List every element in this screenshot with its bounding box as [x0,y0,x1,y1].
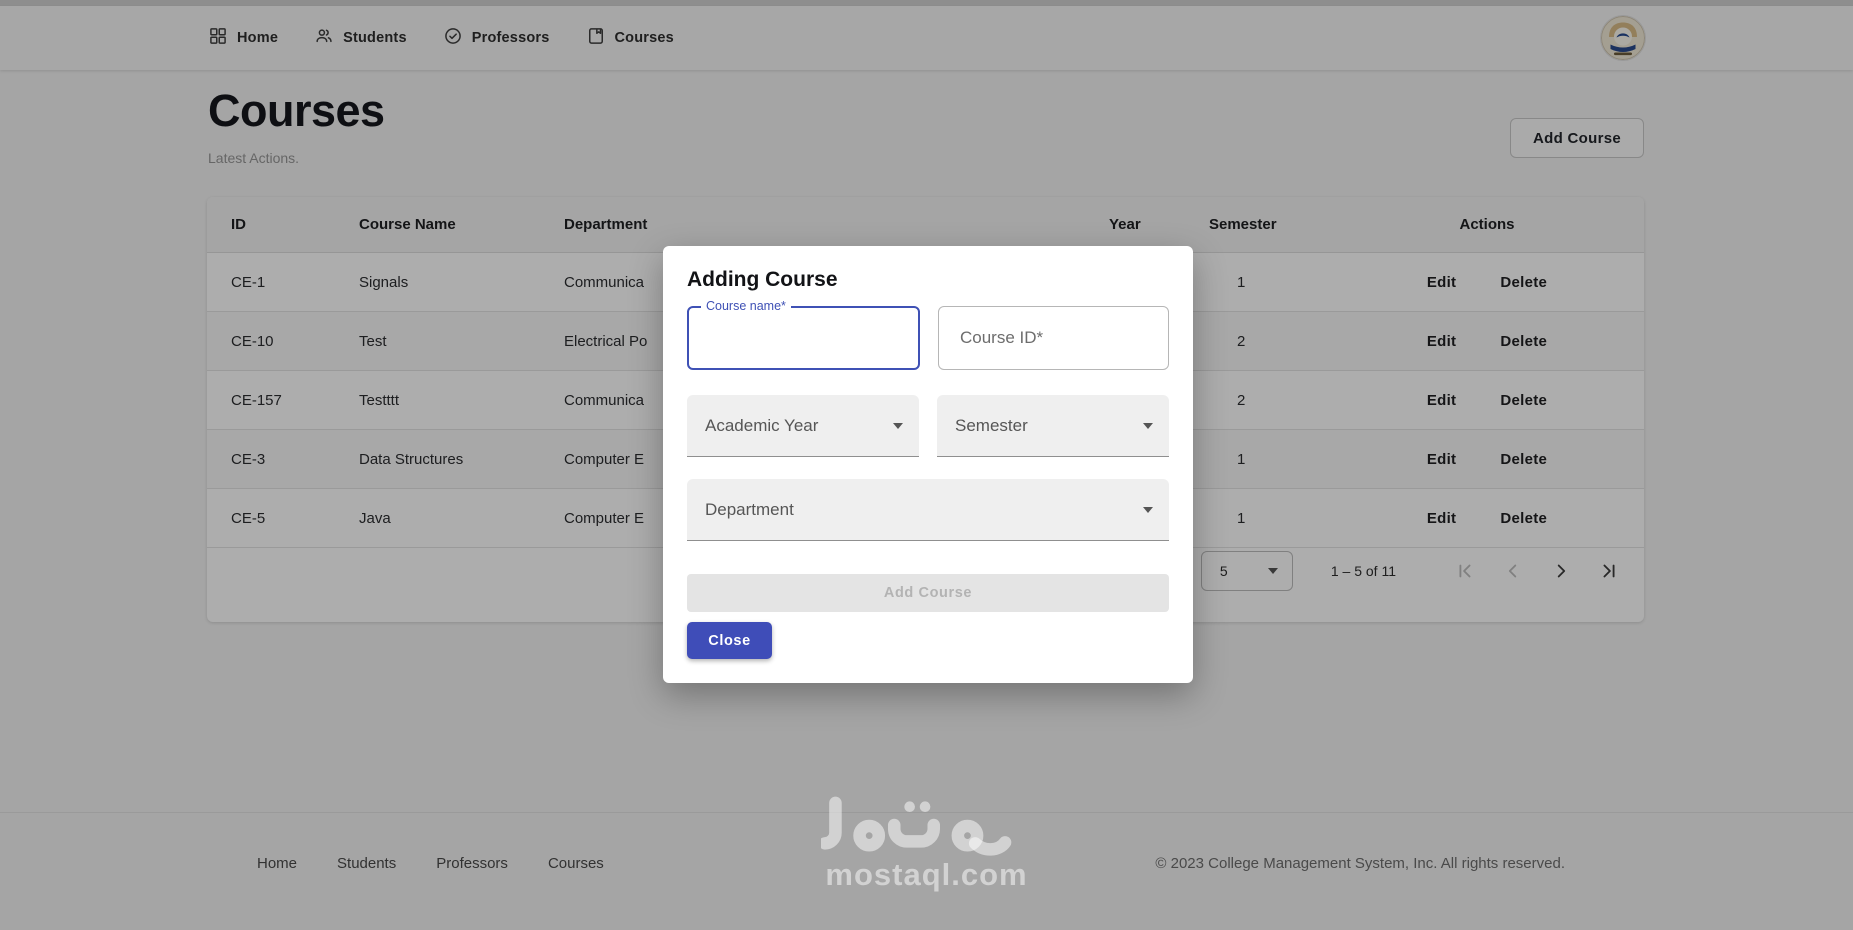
academic-year-select[interactable]: Academic Year [687,395,919,457]
semester-select[interactable]: Semester [937,395,1169,457]
caret-down-icon [1143,506,1153,513]
modal-add-course-button[interactable]: Add Course [687,574,1169,612]
course-id-input[interactable] [939,328,1168,348]
course-name-label: Course name* [701,299,791,313]
modal-title: Adding Course [687,268,838,291]
department-select[interactable]: Department [687,479,1169,541]
caret-down-icon [1143,422,1153,429]
academic-year-label: Academic Year [705,415,819,435]
course-name-field: Course name* [687,299,920,370]
caret-down-icon [893,422,903,429]
course-id-field [938,306,1169,370]
app-root: Home Students Professors Courses Courses… [0,0,1853,930]
adding-course-modal: Adding Course Course name* Academic Year… [663,246,1193,683]
semester-label: Semester [955,415,1028,435]
department-label: Department [705,499,794,519]
modal-close-button[interactable]: Close [687,622,772,659]
course-name-input[interactable] [689,308,918,368]
